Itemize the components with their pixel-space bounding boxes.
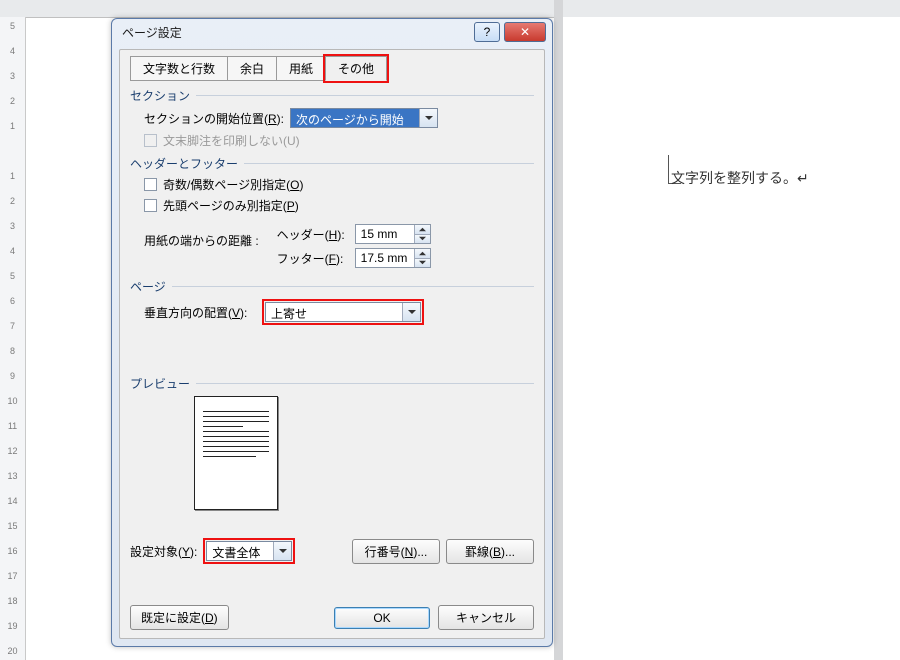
document-page[interactable] [563, 17, 900, 660]
header-distance-spinner[interactable]: 15 mm [355, 224, 431, 244]
chevron-up-icon[interactable] [414, 249, 430, 258]
first-page-label: 先頭ページのみ別指定(P) [163, 197, 299, 214]
set-default-button[interactable]: 既定に設定(D) [130, 605, 229, 630]
apply-to-combo[interactable]: 文書全体 [206, 541, 292, 561]
valign-combo[interactable]: 上寄せ [265, 302, 421, 322]
page-setup-dialog: ページ設定 ? ✕ 文字数と行数 余白 用紙 その他 セクション セクションの開… [111, 18, 553, 647]
header-distance-label: ヘッダー(H): [277, 226, 355, 243]
chevron-down-icon [419, 109, 437, 127]
dialog-body: 文字数と行数 余白 用紙 その他 セクション セクションの開始位置(R): 次の… [119, 49, 545, 639]
suppress-endnote-label: 文末脚注を印刷しない(U) [163, 132, 300, 149]
edge-distance-label: 用紙の端からの距離 : [144, 220, 259, 249]
cancel-button[interactable]: キャンセル [438, 605, 534, 630]
odd-even-checkbox[interactable] [144, 178, 157, 191]
preview-thumbnail [194, 396, 278, 510]
section-start-combo[interactable]: 次のページから開始 [290, 108, 438, 128]
highlight-valign: 上寄せ [262, 299, 424, 325]
suppress-endnote-checkbox [144, 134, 157, 147]
chevron-down-icon[interactable] [414, 258, 430, 268]
chevron-down-icon [402, 303, 420, 321]
section-start-label: セクションの開始位置(R): [144, 110, 284, 127]
tab-chars-lines[interactable]: 文字数と行数 [130, 56, 228, 81]
help-button[interactable]: ? [474, 22, 500, 42]
close-button[interactable]: ✕ [504, 22, 546, 42]
dialog-title: ページ設定 [122, 24, 470, 41]
chevron-down-icon [273, 542, 291, 560]
border-button[interactable]: 罫線(B)... [446, 539, 534, 564]
tab-paper[interactable]: 用紙 [276, 56, 326, 81]
footer-distance-spinner[interactable]: 17.5 mm [355, 248, 431, 268]
tab-other[interactable]: その他 [325, 56, 387, 81]
horizontal-ruler [0, 0, 900, 18]
dialog-titlebar[interactable]: ページ設定 ? ✕ [112, 19, 552, 45]
document-text: 文字列を整列する。↵ [671, 168, 809, 188]
footer-distance-label: フッター(F): [277, 250, 355, 267]
chevron-up-icon[interactable] [414, 225, 430, 234]
help-icon: ? [484, 26, 491, 38]
odd-even-label: 奇数/偶数ページ別指定(O) [163, 176, 303, 193]
group-preview: プレビュー [130, 375, 534, 392]
tab-margins[interactable]: 余白 [227, 56, 277, 81]
chevron-down-icon[interactable] [414, 234, 430, 244]
group-section: セクション [130, 87, 534, 104]
first-page-checkbox[interactable] [144, 199, 157, 212]
line-number-button[interactable]: 行番号(N)... [352, 539, 440, 564]
group-header-footer: ヘッダーとフッター [130, 155, 534, 172]
document-area [563, 17, 900, 660]
tab-strip: 文字数と行数 余白 用紙 その他 [130, 56, 534, 81]
apply-to-label: 設定対象(Y): [130, 543, 197, 560]
page-gap [554, 0, 563, 660]
highlight-apply-to: 文書全体 [203, 538, 295, 564]
close-icon: ✕ [520, 26, 530, 38]
vertical-ruler: 5 4 3 2 1 1 2 3 4 5 6 7 8 9 10 11 12 13 … [0, 17, 26, 660]
valign-label: 垂直方向の配置(V): [144, 304, 262, 321]
group-page: ページ [130, 278, 534, 295]
ok-button[interactable]: OK [334, 607, 430, 629]
